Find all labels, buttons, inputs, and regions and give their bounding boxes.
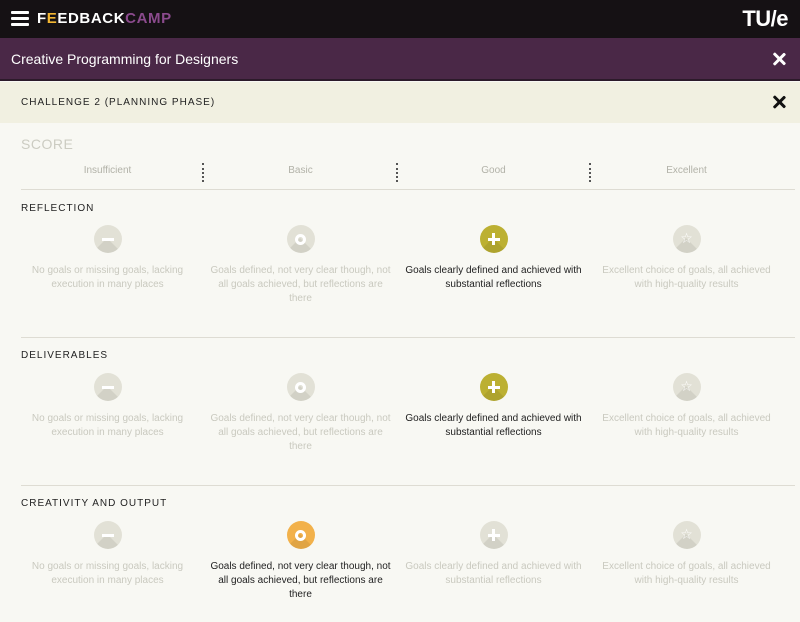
level-label-insufficient: Insufficient	[83, 165, 132, 176]
criterion-title-creativity-and-output: CREATIVITY AND OUTPUT	[21, 498, 168, 509]
star-icon: ☆	[680, 379, 693, 395]
rating-description: Goals clearly defined and achieved with …	[405, 561, 582, 586]
challenge-bar: CHALLENGE 2 (PLANNING PHASE)	[0, 82, 800, 123]
level-label-basic: Basic	[288, 165, 313, 176]
rating-description: Excellent choice of goals, all achieved …	[602, 413, 771, 438]
app-header: FEEDBACKCAMP TU/e	[0, 0, 800, 38]
score-level-header: Insufficient Basic Good Excellent	[11, 160, 783, 184]
feedbackcamp-logo[interactable]: FEEDBACKCAMP	[37, 10, 172, 28]
divider	[21, 189, 795, 190]
rating-option-insufficient[interactable]: No goals or missing goals, lacking execu…	[11, 521, 204, 588]
divider	[21, 337, 795, 338]
ring-icon	[287, 521, 315, 549]
ring-icon	[287, 225, 315, 253]
rating-option-basic[interactable]: Goals defined, not very clear though, no…	[204, 373, 397, 454]
rating-option-excellent[interactable]: ☆ Excellent choice of goals, all achieve…	[590, 373, 783, 440]
rating-option-insufficient[interactable]: No goals or missing goals, lacking execu…	[11, 373, 204, 440]
ring-icon	[287, 373, 315, 401]
plus-icon	[480, 521, 508, 549]
star-icon: ☆	[680, 231, 693, 247]
criterion-title-reflection: REFLECTION	[21, 203, 95, 214]
rating-description: Goals defined, not very clear though, no…	[210, 413, 391, 452]
rating-description: No goals or missing goals, lacking execu…	[31, 561, 184, 586]
star-icon: ☆	[680, 527, 693, 543]
divider	[21, 485, 795, 486]
course-bar: Creative Programming for Designers	[0, 38, 800, 81]
rating-option-excellent[interactable]: ☆ Excellent choice of goals, all achieve…	[590, 521, 783, 588]
minus-icon	[94, 521, 122, 549]
rating-description: Goals defined, not very clear though, no…	[210, 265, 391, 304]
rating-description: No goals or missing goals, lacking execu…	[31, 413, 184, 438]
rating-option-insufficient[interactable]: No goals or missing goals, lacking execu…	[11, 225, 204, 292]
close-challenge-icon[interactable]	[770, 93, 788, 111]
close-course-icon[interactable]	[770, 50, 788, 68]
rating-option-basic-selected[interactable]: Goals defined, not very clear though, no…	[204, 521, 397, 602]
rating-option-good-selected[interactable]: Goals clearly defined and achieved with …	[397, 373, 590, 440]
plus-icon	[480, 373, 508, 401]
minus-icon	[94, 373, 122, 401]
tue-logo: TU/e	[742, 6, 788, 31]
course-title: Creative Programming for Designers	[11, 51, 239, 67]
challenge-title: CHALLENGE 2 (PLANNING PHASE)	[21, 97, 216, 108]
rating-option-basic[interactable]: Goals defined, not very clear though, no…	[204, 225, 397, 306]
plus-icon	[480, 225, 508, 253]
menu-icon[interactable]	[11, 11, 29, 27]
rating-description: Excellent choice of goals, all achieved …	[602, 561, 771, 586]
rating-option-good[interactable]: Goals clearly defined and achieved with …	[397, 521, 590, 588]
minus-icon	[94, 225, 122, 253]
criterion-title-deliverables: DELIVERABLES	[21, 350, 109, 361]
rating-description: Excellent choice of goals, all achieved …	[602, 265, 771, 290]
level-label-excellent: Excellent	[666, 165, 707, 176]
rating-option-excellent[interactable]: ☆ Excellent choice of goals, all achieve…	[590, 225, 783, 292]
rating-description: Goals clearly defined and achieved with …	[405, 413, 582, 438]
rating-description: Goals defined, not very clear though, no…	[210, 561, 391, 600]
rating-description: Goals clearly defined and achieved with …	[405, 265, 582, 290]
level-label-good: Good	[481, 165, 506, 176]
score-title: SCORE	[21, 136, 74, 152]
rating-description: No goals or missing goals, lacking execu…	[31, 265, 184, 290]
rating-option-good-selected[interactable]: Goals clearly defined and achieved with …	[397, 225, 590, 292]
